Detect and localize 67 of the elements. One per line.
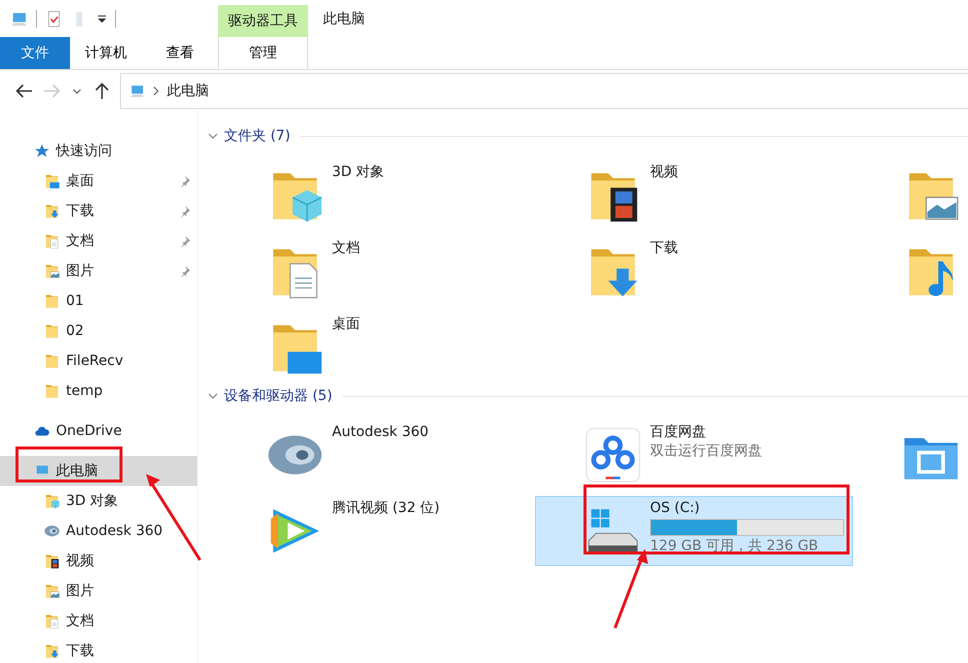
document-folder-icon xyxy=(44,233,60,249)
tile-label: 文档 xyxy=(332,240,361,257)
section-header[interactable]: 设备和驱动器 (5) xyxy=(224,387,332,405)
tile-detail: 129 GB 可用，共 236 GB xyxy=(650,538,820,555)
context-group-label: 驱动器工具 xyxy=(218,5,308,37)
tile-label: Autodesk 360 xyxy=(332,424,430,441)
pictures-folder-icon xyxy=(44,263,60,279)
sidebar-item[interactable]: 下载 xyxy=(0,636,197,663)
pin-icon[interactable] xyxy=(178,234,191,248)
computer-icon xyxy=(129,83,145,99)
swirl-icon xyxy=(44,523,60,539)
tile-label: OS (C:) xyxy=(650,500,701,517)
tile[interactable]: 3D 对象 xyxy=(217,160,535,230)
sidebar-item[interactable]: 02 xyxy=(0,316,197,346)
sidebar-item[interactable]: temp xyxy=(0,376,197,406)
download-folder-icon xyxy=(44,643,60,659)
section-header[interactable]: 文件夹 (7) xyxy=(224,127,290,145)
computer-icon xyxy=(34,463,50,479)
tile[interactable]: 桌面 xyxy=(217,312,535,382)
download-folder-icon xyxy=(44,203,60,219)
desktop-folder-icon xyxy=(44,173,60,189)
chevron-right-icon[interactable] xyxy=(151,86,161,96)
tile[interactable]: Autodesk 360 xyxy=(217,420,535,490)
tile[interactable]: 腾讯视频 (32 位) xyxy=(217,496,535,566)
sidebar-item[interactable]: 图片 xyxy=(0,256,197,286)
tile[interactable]: 视频 xyxy=(535,160,853,230)
tile[interactable]: OS (C:) 129 GB 可用，共 236 GB xyxy=(535,496,853,566)
cube-folder-icon xyxy=(44,493,60,509)
video-folder-icon xyxy=(44,553,60,569)
tile-subtitle: 双击运行百度网盘 xyxy=(650,443,763,460)
sidebar-item[interactable]: 01 xyxy=(0,286,197,316)
cloud-app-icon xyxy=(584,426,642,484)
tile-label: 桌面 xyxy=(332,316,361,333)
sidebar-item[interactable]: 此电脑 xyxy=(0,456,197,486)
sidebar-item[interactable]: 图片 xyxy=(0,576,197,606)
sidebar-item[interactable]: Autodesk 360 xyxy=(0,516,197,546)
tile-label: 3D 对象 xyxy=(332,164,386,181)
document-folder-icon xyxy=(44,613,60,629)
chevron-down-icon[interactable] xyxy=(208,391,218,401)
pin-icon[interactable] xyxy=(178,174,191,188)
pin-icon[interactable] xyxy=(178,204,191,218)
address-bar[interactable]: 此电脑 xyxy=(120,73,968,109)
caret-icon[interactable] xyxy=(97,14,107,24)
star-icon xyxy=(34,143,50,159)
sidebar-item[interactable]: 视频 xyxy=(0,546,197,576)
tile-label: 百度网盘 xyxy=(650,424,707,441)
tile-label: 腾讯视频 (32 位) xyxy=(332,500,441,517)
chevron-down-icon[interactable] xyxy=(208,131,218,141)
tile-label: 视频 xyxy=(650,164,679,181)
sidebar-item[interactable]: OneDrive xyxy=(0,416,197,446)
ribbon-tab[interactable]: 管理 xyxy=(218,37,308,69)
tile-label: 下载 xyxy=(650,240,679,257)
sidebar-item[interactable]: 文档 xyxy=(0,606,197,636)
sidebar-item[interactable]: 快速访问 xyxy=(0,136,197,166)
sidebar-item[interactable]: 文档 xyxy=(0,226,197,256)
pin-icon[interactable] xyxy=(178,264,191,278)
sidebar-item[interactable]: 3D 对象 xyxy=(0,486,197,516)
pictures-folder-icon xyxy=(44,583,60,599)
tile[interactable]: 下载 xyxy=(535,236,853,306)
sidebar-item[interactable]: 下载 xyxy=(0,196,197,226)
tile[interactable]: 百度网盘 双击运行百度网盘 xyxy=(535,420,853,490)
ribbon-tab[interactable]: 文件 xyxy=(0,37,70,69)
sidebar-item[interactable]: 桌面 xyxy=(0,166,197,196)
address-path[interactable]: 此电脑 xyxy=(167,82,209,100)
tile[interactable]: 文档 xyxy=(217,236,535,306)
sidebar-item[interactable]: FileRecv xyxy=(0,346,197,376)
window-title: 此电脑 xyxy=(322,10,365,28)
